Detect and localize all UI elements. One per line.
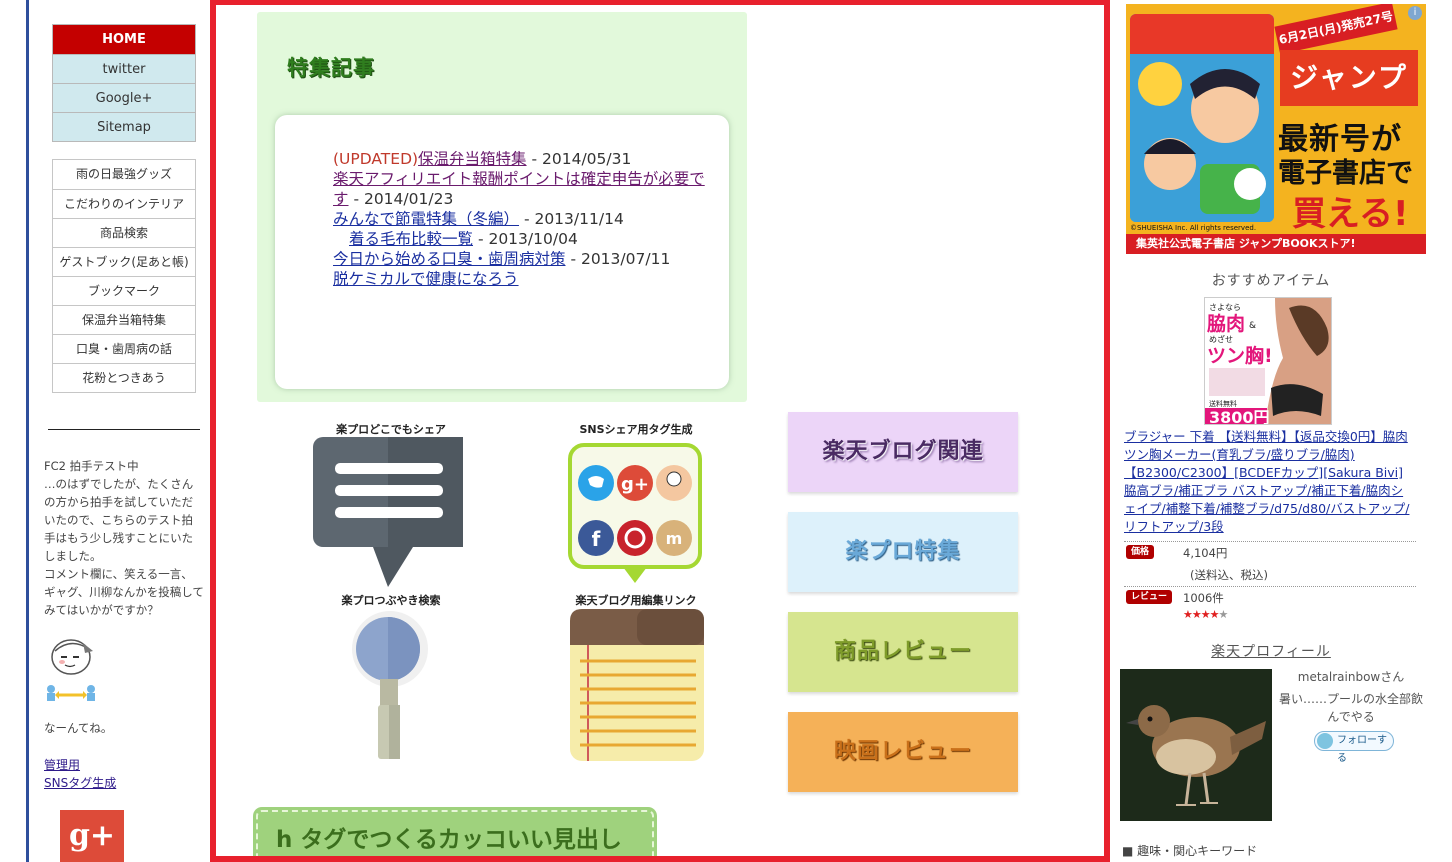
google-plus-icon[interactable]: g+ xyxy=(60,810,124,862)
article-date: - 2013/07/11 xyxy=(565,250,671,268)
main-content: 特集記事 (UPDATED)保温弁当箱特集 - 2014/05/31 楽天アフィ… xyxy=(210,0,1110,862)
article-date: - 2013/10/04 xyxy=(473,230,578,248)
jump-ad-banner[interactable]: i 6月2日(月)発売27号 ジャンプ 最新号が 電子書店で 買える! ©SHU… xyxy=(1126,4,1426,254)
nav-rainy-day-goods[interactable]: 雨の日最強グッズ xyxy=(53,160,195,189)
fc2-clap-text: FC2 拍手テスト中 …のはずでしたが、たくさんの方から拍手を試していただいたの… xyxy=(44,459,204,617)
rating-stars: ★★★★★ xyxy=(1183,608,1228,621)
article-item: みんなで節電特集（冬編） - 2013/11/14 xyxy=(333,209,713,229)
sns-tag-label: SNSシェア用タグ生成 xyxy=(579,423,693,436)
review-badge: レビュー xyxy=(1126,590,1173,604)
ad-date-badge: 6月2日(月)発売27号 xyxy=(1274,4,1398,55)
magnifier-icon[interactable] xyxy=(348,609,438,769)
article-item: 着る毛布比較一覧 - 2013/10/04 xyxy=(333,229,713,249)
keywords-heading: ■ 趣味・関心キーワード xyxy=(1122,844,1258,858)
speech-bubble-icon[interactable] xyxy=(313,437,463,591)
nav-product-search[interactable]: 商品検索 xyxy=(53,218,195,247)
profile-bird-image[interactable] xyxy=(1120,669,1272,821)
movie-review-button[interactable]: 映画レビュー xyxy=(788,712,1018,792)
feature-article-list: (UPDATED)保温弁当箱特集 - 2014/05/31 楽天アフィリエイト報… xyxy=(275,115,729,389)
article-link[interactable]: 脱ケミカルで健康になろう xyxy=(333,270,519,288)
nav-pollen[interactable]: 花粉とつきあう xyxy=(53,363,195,392)
follow-button[interactable]: フォローする xyxy=(1314,731,1394,764)
ad-headline-2: 電子書店で xyxy=(1278,158,1413,189)
price-note: (送料込、税込) xyxy=(1190,568,1268,582)
svg-text:送料無料: 送料無料 xyxy=(1209,399,1237,408)
nav-bookmark[interactable]: ブックマーク xyxy=(53,276,195,305)
divider xyxy=(1124,541,1416,542)
edit-link-label: 楽天ブログ用編集リンク xyxy=(575,594,697,607)
stars-filled: ★★★★ xyxy=(1183,608,1219,621)
ad-headline-3: 買える! xyxy=(1292,194,1409,234)
article-list: (UPDATED)保温弁当箱特集 - 2014/05/31 楽天アフィリエイト報… xyxy=(333,149,713,289)
nav-twitter[interactable]: twitter xyxy=(53,54,195,83)
ad-info-icon[interactable]: i xyxy=(1408,6,1422,20)
rakuten-blog-button[interactable]: 楽天ブログ関連 xyxy=(788,412,1018,492)
sidebar-divider xyxy=(48,429,200,430)
share-label: 楽プロどこでもシェア xyxy=(336,423,446,436)
article-date: - 2014/05/31 xyxy=(526,150,632,168)
ad-jump-logo: ジャンプ xyxy=(1280,50,1418,106)
ad-copyright: ©SHUEISHA Inc. All rights reserved. xyxy=(1130,224,1257,232)
divider xyxy=(1124,586,1416,587)
admin-link[interactable]: 管理用 xyxy=(44,756,80,773)
price-badge: 価格 xyxy=(1126,545,1155,559)
left-sidebar: HOME twitter Google+ Sitemap 雨の日最強グッズ こだ… xyxy=(29,0,209,862)
feature-title: 特集記事 xyxy=(287,56,375,80)
tweet-search-label: 楽プロつぶやき検索 xyxy=(341,594,441,607)
nav-bad-breath[interactable]: 口臭・歯周病の話 xyxy=(53,334,195,363)
article-item: 今日から始める口臭・歯周病対策 - 2013/07/11 xyxy=(333,249,713,269)
product-review-button[interactable]: 商品レビュー xyxy=(788,612,1018,692)
sns-tag-link[interactable]: SNSタグ生成 xyxy=(44,774,116,791)
svg-text:f: f xyxy=(592,527,601,551)
rakupro-feature-button[interactable]: 楽プロ特集 xyxy=(788,512,1018,592)
nav-lunchbox[interactable]: 保温弁当箱特集 xyxy=(53,305,195,334)
h-tag-heading-banner[interactable]: h タグでつくるカッコいい見出し xyxy=(256,810,654,856)
price-value: 4,104円 xyxy=(1183,546,1228,560)
profile-title[interactable]: 楽天プロフィール xyxy=(1116,641,1426,661)
article-date: - 2014/01/23 xyxy=(348,190,454,208)
updated-tag: (UPDATED) xyxy=(333,150,419,168)
nav-interior[interactable]: こだわりのインテリア xyxy=(53,189,195,218)
feature-articles-box: 特集記事 (UPDATED)保温弁当箱特集 - 2014/05/31 楽天アフィ… xyxy=(257,12,747,402)
nav-google-plus[interactable]: Google+ xyxy=(53,83,195,112)
svg-text:脇肉: 脇肉 xyxy=(1207,312,1245,335)
nav-sitemap[interactable]: Sitemap xyxy=(53,112,195,141)
article-item: 楽天アフィリエイト報酬ポイントは確定申告が必要です - 2014/01/23 xyxy=(333,169,713,209)
article-link[interactable]: みんなで節電特集（冬編） xyxy=(333,210,519,228)
right-sidebar: i 6月2日(月)発売27号 ジャンプ 最新号が 電子書店で 買える! ©SHU… xyxy=(1116,0,1452,862)
naan-text: なーんてね。 xyxy=(44,721,113,735)
profile-name: metalrainbowさん xyxy=(1297,670,1405,684)
article-link[interactable]: 保温弁当箱特集 xyxy=(418,150,527,168)
secondary-nav: 雨の日最強グッズ こだわりのインテリア 商品検索 ゲストブック(足あと帳) ブッ… xyxy=(52,159,196,393)
svg-text:めざせ: めざせ xyxy=(1209,334,1233,344)
clap-mascot-icon[interactable] xyxy=(45,637,101,703)
nav-guestbook[interactable]: ゲストブック(足あと帳) xyxy=(53,247,195,276)
recommend-product-link[interactable]: ブラジャー 下着 【送料無料】【返品交換0円】脇肉ツン胸メーカー(育乳ブラ/盛り… xyxy=(1124,428,1414,536)
nav-home[interactable]: HOME xyxy=(53,25,195,54)
svg-text:&: & xyxy=(1249,321,1256,331)
article-item: 脱ケミカルで健康になろう xyxy=(333,269,713,289)
article-item: (UPDATED)保温弁当箱特集 - 2014/05/31 xyxy=(333,149,713,169)
recommend-title: おすすめアイテム xyxy=(1211,273,1331,289)
follow-label: フォローする xyxy=(1337,735,1387,764)
recommend-product-image[interactable]: さよなら 脇肉 & めざせ ツン胸! 送料無料 3800円 xyxy=(1204,297,1332,425)
manga-artwork-image xyxy=(1130,14,1274,222)
svg-text:3800円: 3800円 xyxy=(1209,408,1270,425)
profile-description: 暑い……プールの水全部飲んでやる xyxy=(1278,692,1423,724)
review-count: 1006件 xyxy=(1183,591,1224,605)
stars-empty: ★ xyxy=(1218,608,1228,621)
ad-store-bar: 集英社公式電子書店 ジャンプBOOKストア! xyxy=(1126,234,1426,254)
primary-nav: HOME twitter Google+ Sitemap xyxy=(52,24,196,142)
article-link[interactable]: 今日から始める口臭・歯周病対策 xyxy=(333,250,566,268)
svg-text:さよなら: さよなら xyxy=(1209,303,1241,312)
follow-face-icon xyxy=(1317,733,1333,749)
svg-text:ツン胸!: ツン胸! xyxy=(1207,344,1273,367)
svg-text:m: m xyxy=(666,529,683,548)
notepad-icon[interactable] xyxy=(570,609,704,769)
article-date: - 2013/11/14 xyxy=(519,210,624,228)
article-link[interactable]: 着る毛布比較一覧 xyxy=(349,230,473,248)
svg-text:g+: g+ xyxy=(621,474,649,495)
sns-share-icon[interactable]: g+ f m xyxy=(568,443,702,587)
